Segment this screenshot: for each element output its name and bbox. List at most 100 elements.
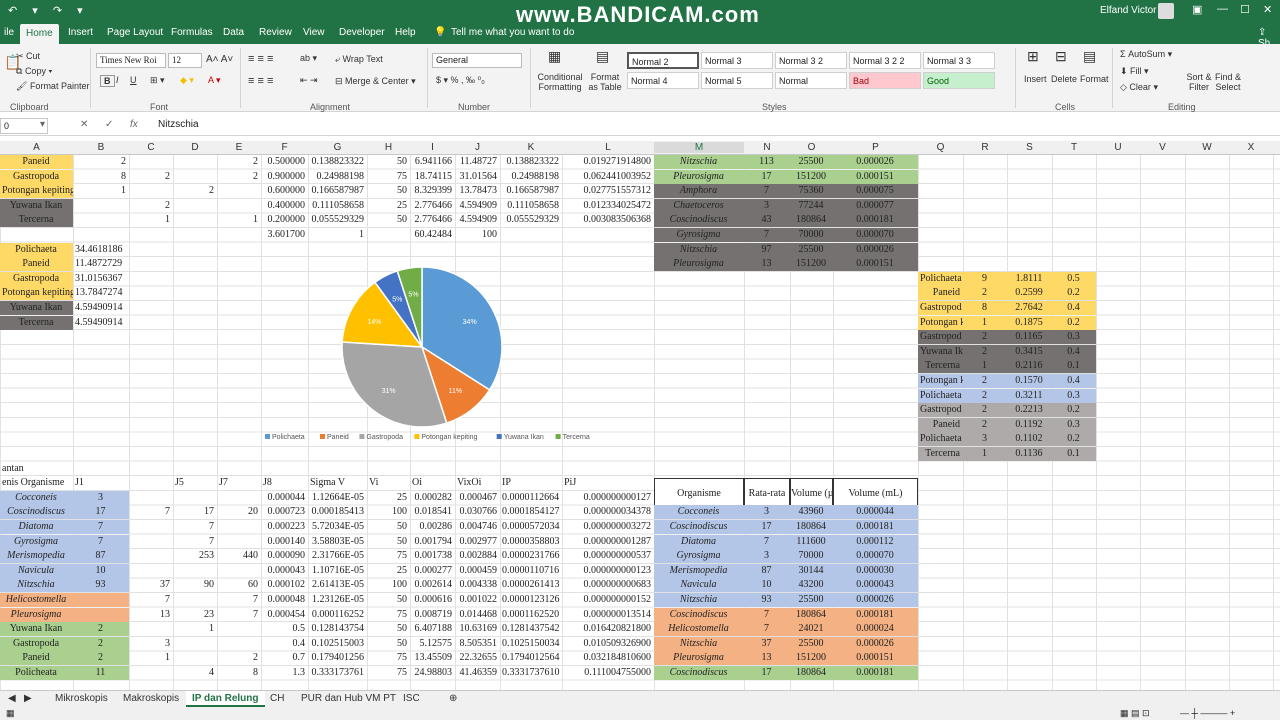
bottom-table-value[interactable]: 0.0001854127 [500, 505, 562, 519]
volume-table-name[interactable]: Pleurosigma [654, 651, 744, 666]
column-header-h[interactable]: H [367, 142, 410, 153]
volume-table-ml[interactable]: 0.000151 [833, 651, 918, 666]
top-table-cell[interactable]: 2 [129, 199, 173, 213]
bottom-table-j[interactable] [173, 593, 217, 607]
bottom-table-value[interactable]: 0.000000034378 [562, 505, 654, 519]
bottom-table-value[interactable]: 0.000277 [410, 564, 455, 578]
volume-table-ul[interactable]: 151200 [790, 651, 833, 666]
top-table-cell[interactable]: 50 [367, 155, 410, 169]
volume-table-ul[interactable]: 70000 [790, 549, 833, 564]
tab-formulas[interactable]: Formulas [171, 27, 213, 38]
bottom-table-name[interactable]: Gyrosigma [0, 534, 73, 549]
sheet-nav-left-icon[interactable]: ◀ [8, 693, 16, 704]
bottom-table-value[interactable]: 0.001794 [410, 535, 455, 549]
bottom-table-value[interactable]: 25 [367, 564, 410, 578]
pct-label[interactable]: Polichaeta [0, 242, 73, 257]
top-table-cell[interactable]: Tercerna [0, 213, 73, 228]
sheet-tab-pur[interactable]: PUR dan Hub VM PT [301, 693, 396, 704]
bottom-table-value[interactable]: 1.23126E-05 [308, 593, 367, 607]
column-header-c[interactable]: C [129, 142, 173, 153]
bottom-table-j[interactable]: 7 [129, 593, 173, 607]
bottom-table-value[interactable]: 0.008719 [410, 608, 455, 622]
bottom-table-value[interactable]: 0.102515003 [308, 637, 367, 651]
pct-label[interactable]: Tercerna [0, 315, 73, 330]
top-table-cell[interactable]: 75 [367, 170, 410, 184]
column-header-f[interactable]: F [261, 142, 308, 153]
minimize-icon[interactable]: — [1217, 3, 1228, 15]
sheet-tab-ip-dan-relung[interactable]: IP dan Relung [186, 691, 265, 707]
bottom-header-cell[interactable]: IP [500, 476, 562, 490]
right-table-count[interactable]: 7 [744, 184, 790, 199]
volume-table-ul[interactable]: 180864 [790, 607, 833, 622]
right-table-ml[interactable]: 0.000077 [833, 198, 918, 213]
volume-table-ul[interactable]: 111600 [790, 534, 833, 549]
column-header-r[interactable]: R [963, 142, 1007, 153]
user-name[interactable]: Elfand Victor [1100, 5, 1157, 16]
bottom-table-j[interactable] [217, 535, 261, 549]
side-table-ratio[interactable]: 0.4 [1052, 374, 1096, 388]
column-header-p[interactable]: P [833, 142, 918, 153]
bottom-table-value[interactable]: 100 [367, 505, 410, 519]
top-table-cell[interactable]: Yuwana Ikan [0, 198, 73, 213]
bottom-table-name[interactable]: Gastropoda [0, 636, 73, 651]
pct-label[interactable]: Paneid [0, 257, 73, 272]
bottom-table-value[interactable]: 0.0000112664 [500, 491, 562, 505]
ribbon-display-icon[interactable]: ▣ [1192, 3, 1202, 16]
column-header-o[interactable]: O [790, 142, 833, 153]
side-table-ratio[interactable]: 0.1 [1052, 447, 1096, 461]
bottom-table-value[interactable]: 10.63169 [455, 622, 500, 636]
side-table-count[interactable]: 2 [963, 286, 1007, 301]
bottom-table-value[interactable]: 0.1025150034 [500, 637, 562, 651]
bottom-table-name[interactable]: Diatoma [0, 520, 73, 534]
volume-table-ml[interactable]: 0.000070 [833, 549, 918, 564]
top-table-cell[interactable] [0, 228, 73, 242]
bottom-table-j[interactable] [217, 637, 261, 651]
volume-table-ml[interactable]: 0.000112 [833, 534, 918, 549]
bottom-table-j[interactable] [173, 651, 217, 665]
top-table-cell[interactable] [129, 155, 173, 169]
top-table-cell[interactable]: 0.138823322 [500, 155, 562, 169]
bottom-table-j[interactable] [173, 491, 217, 505]
bottom-table-j[interactable]: 17 [173, 505, 217, 519]
volume-table-ul[interactable]: 43200 [790, 578, 833, 593]
bottom-table-value[interactable]: 0.3331737610 [500, 666, 562, 680]
bottom-header-cell[interactable]: J8 [261, 476, 308, 490]
bottom-table-value[interactable]: 1.10716E-05 [308, 564, 367, 578]
bottom-header-cell[interactable]: J1 [73, 476, 129, 490]
top-table-cell[interactable]: 1 [217, 213, 261, 227]
side-table-name[interactable]: Tercerna [918, 359, 963, 374]
bottom-table-j[interactable] [217, 622, 261, 636]
right-table-count[interactable]: 3 [744, 198, 790, 213]
top-table-cell[interactable]: 8 [73, 170, 129, 184]
volume-header-cell[interactable]: Organisme [654, 478, 744, 507]
find-select-button[interactable]: Find & Select [1212, 72, 1244, 92]
bottom-table-j[interactable] [217, 564, 261, 578]
side-table-ratio[interactable]: 0.5 [1052, 271, 1096, 286]
right-table-vol[interactable]: 151200 [790, 169, 833, 184]
side-table-ratio[interactable]: 0.3 [1052, 417, 1096, 432]
bottom-table-j1[interactable]: 2 [73, 622, 129, 637]
right-table-vol[interactable]: 77244 [790, 198, 833, 213]
volume-table-ul[interactable]: 30144 [790, 563, 833, 578]
side-table-name[interactable]: Paneid [918, 417, 963, 432]
tab-home[interactable]: Home [20, 24, 59, 44]
side-table-ratio[interactable]: 0.4 [1052, 301, 1096, 315]
volume-table-ml[interactable]: 0.000181 [833, 520, 918, 534]
right-table-vol[interactable]: 180864 [790, 213, 833, 228]
wrap-text-button[interactable]: ⤶ Wrap Text [335, 54, 383, 65]
volume-table-ml[interactable]: 0.000026 [833, 593, 918, 607]
bottom-table-j[interactable]: 3 [129, 637, 173, 651]
format-cells-button[interactable]: Format [1080, 74, 1109, 84]
indent-icon[interactable]: ⇤ ⇥ [300, 75, 318, 86]
bottom-table-value[interactable]: 0.000223 [261, 520, 308, 534]
format-painter-button[interactable]: 🖌 Format Painter [16, 81, 89, 92]
bottom-table-j[interactable] [129, 622, 173, 636]
sort-filter-button[interactable]: Sort & Filter [1184, 72, 1214, 92]
tab-view[interactable]: View [303, 27, 325, 38]
bottom-table-j[interactable] [129, 520, 173, 534]
top-table-cell[interactable]: 0.600000 [261, 184, 308, 198]
top-table-cell[interactable] [129, 228, 173, 242]
tab-page-layout[interactable]: Page Layout [107, 27, 163, 38]
bottom-table-value[interactable]: 0.000000000123 [562, 564, 654, 578]
bottom-table-j[interactable] [129, 666, 173, 680]
